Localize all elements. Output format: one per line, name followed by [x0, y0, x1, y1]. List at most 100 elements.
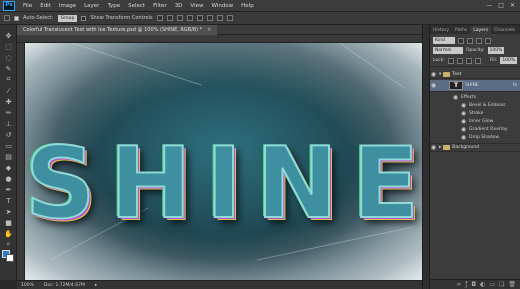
move-tool-icon[interactable]: ✥ [3, 31, 14, 40]
status-arrow-icon[interactable]: ▸ [95, 283, 97, 288]
menu-layer[interactable]: Layer [80, 3, 103, 9]
minimize-icon[interactable]: — [486, 2, 492, 9]
menu-image[interactable]: Image [55, 3, 80, 9]
new-layer-icon[interactable]: ❏ [499, 281, 504, 288]
visibility-eye-icon[interactable]: ◉ [460, 134, 467, 141]
move-tool-preset-icon[interactable] [4, 15, 10, 21]
visibility-eye-icon[interactable]: ◉ [460, 102, 467, 109]
gradient-tool-icon[interactable]: ▤ [3, 152, 14, 161]
menu-view[interactable]: View [186, 3, 207, 9]
marquee-tool-icon[interactable]: ⬚ [3, 42, 14, 51]
new-group-icon[interactable]: ▭ [489, 281, 495, 288]
lock-all-icon[interactable] [474, 57, 481, 64]
close-icon[interactable]: ✕ [510, 2, 515, 9]
clone-stamp-tool-icon[interactable]: ⊥ [3, 119, 14, 128]
effect-item[interactable]: ◉ Bevel & Emboss [460, 102, 506, 109]
menu-select[interactable]: Select [124, 3, 149, 9]
distribute-icon[interactable] [216, 15, 223, 21]
show-transform-checkbox[interactable] [81, 15, 87, 21]
align-left-icon[interactable] [186, 15, 193, 21]
zoom-tool-icon[interactable]: ⌕ [3, 240, 14, 249]
maximize-icon[interactable]: □ [498, 2, 504, 9]
visibility-eye-icon[interactable]: ◉ [460, 126, 467, 133]
fill-input[interactable]: 100% [500, 57, 518, 64]
eyedropper-tool-icon[interactable]: ⁄ [3, 86, 14, 95]
visibility-eye-icon[interactable]: ◉ [430, 71, 437, 78]
menu-type[interactable]: Type [103, 3, 124, 9]
effects-header[interactable]: ◉ Effects [452, 94, 476, 101]
blend-row: Normal Opacity: 100% [430, 46, 520, 55]
lasso-tool-icon[interactable]: ◌ [3, 53, 14, 62]
filter-type-icon[interactable] [476, 37, 482, 44]
expand-arrow-icon[interactable]: ▸ [439, 145, 441, 150]
align-bottom-icon[interactable] [176, 15, 183, 21]
lock-position-icon[interactable] [465, 57, 472, 64]
dodge-tool-icon[interactable]: ● [3, 174, 14, 183]
zoom-level[interactable]: 100% [21, 283, 34, 288]
opacity-input[interactable]: 100% [487, 47, 505, 54]
filter-shape-icon[interactable] [485, 37, 491, 44]
hand-tool-icon[interactable]: ✋ [3, 229, 14, 238]
3d-mode-icon[interactable] [226, 15, 233, 21]
visibility-eye-icon[interactable]: ◉ [460, 110, 467, 117]
menu-edit[interactable]: Edit [36, 3, 55, 9]
effect-item[interactable]: ◉ Stroke [460, 110, 483, 117]
visibility-eye-icon[interactable]: ◉ [430, 82, 437, 89]
link-layers-icon[interactable]: ∞ [456, 281, 461, 288]
menu-3d[interactable]: 3D [171, 3, 187, 9]
visibility-eye-icon[interactable]: ◉ [430, 144, 437, 151]
blend-mode-dropdown[interactable]: Normal [433, 47, 463, 54]
options-bar: Auto-Select: Group Show Transform Contro… [0, 12, 520, 25]
align-center-icon[interactable] [196, 15, 203, 21]
quick-select-tool-icon[interactable]: ✎ [3, 64, 14, 73]
align-right-icon[interactable] [206, 15, 213, 21]
eraser-tool-icon[interactable]: ▭ [3, 141, 14, 150]
canvas-shine-text: SHINE [25, 127, 422, 241]
align-top-icon[interactable] [156, 15, 163, 21]
background-color-swatch[interactable] [6, 254, 14, 262]
add-mask-icon[interactable]: ◘ [471, 281, 476, 288]
menu-help[interactable]: Help [237, 3, 258, 9]
delete-layer-icon[interactable]: 🗑 [508, 281, 516, 288]
auto-select-checkbox[interactable] [14, 15, 19, 21]
kind-filter-dropdown[interactable]: Kind [433, 37, 455, 44]
add-style-icon[interactable]: ƒ [465, 281, 467, 288]
visibility-eye-icon[interactable]: ◉ [452, 94, 459, 101]
effect-item[interactable]: ◉ Inner Glow [460, 118, 493, 125]
document-tab[interactable]: Colorful Translucent Text with Ice Textu… [17, 24, 218, 35]
type-tool-icon[interactable]: T [3, 196, 14, 205]
align-middle-icon[interactable] [166, 15, 173, 21]
healing-tool-icon[interactable]: ✚ [3, 97, 14, 106]
lock-image-icon[interactable] [456, 57, 463, 64]
expand-arrow-icon[interactable]: ▾ [439, 72, 441, 77]
menu-filter[interactable]: Filter [149, 3, 171, 9]
crop-tool-icon[interactable]: ⌗ [3, 75, 14, 84]
menu-bar: Ps File Edit Image Layer Type Select Fil… [0, 0, 520, 12]
menu-window[interactable]: Window [207, 3, 237, 9]
filter-pixel-icon[interactable] [458, 37, 464, 44]
brush-tool-icon[interactable]: ✏ [3, 108, 14, 117]
tab-paths[interactable]: Paths [452, 26, 470, 34]
layer-group-text[interactable]: ◉ ▾ Text [430, 70, 520, 79]
blur-tool-icon[interactable]: ◆ [3, 163, 14, 172]
filter-adjustment-icon[interactable] [467, 37, 473, 44]
effect-item[interactable]: ◉ Gradient Overlay [460, 126, 508, 133]
lock-transparent-icon[interactable] [447, 57, 454, 64]
fx-badge[interactable]: fx [513, 83, 517, 88]
effect-item[interactable]: ◉ Drop Shadow [460, 134, 499, 141]
shape-tool-icon[interactable]: ■ [3, 218, 14, 227]
document-canvas[interactable]: SHINE [25, 43, 422, 280]
layer-shine[interactable]: ◉ T SHINE fx [430, 80, 520, 92]
auto-select-dropdown[interactable]: Group [57, 14, 78, 22]
close-document-icon[interactable]: × [207, 27, 211, 33]
visibility-eye-icon[interactable]: ◉ [460, 118, 467, 125]
layer-group-background[interactable]: ◉ ▸ Background [430, 143, 520, 152]
tab-channels[interactable]: Channels [491, 26, 518, 34]
pen-tool-icon[interactable]: ✒ [3, 185, 14, 194]
path-select-tool-icon[interactable]: ➤ [3, 207, 14, 216]
menu-file[interactable]: File [19, 3, 36, 9]
tab-layers[interactable]: Layers [470, 26, 492, 34]
adjustment-layer-icon[interactable]: ◐ [480, 281, 485, 288]
history-brush-tool-icon[interactable]: ↺ [3, 130, 14, 139]
tab-history[interactable]: History [430, 26, 452, 34]
